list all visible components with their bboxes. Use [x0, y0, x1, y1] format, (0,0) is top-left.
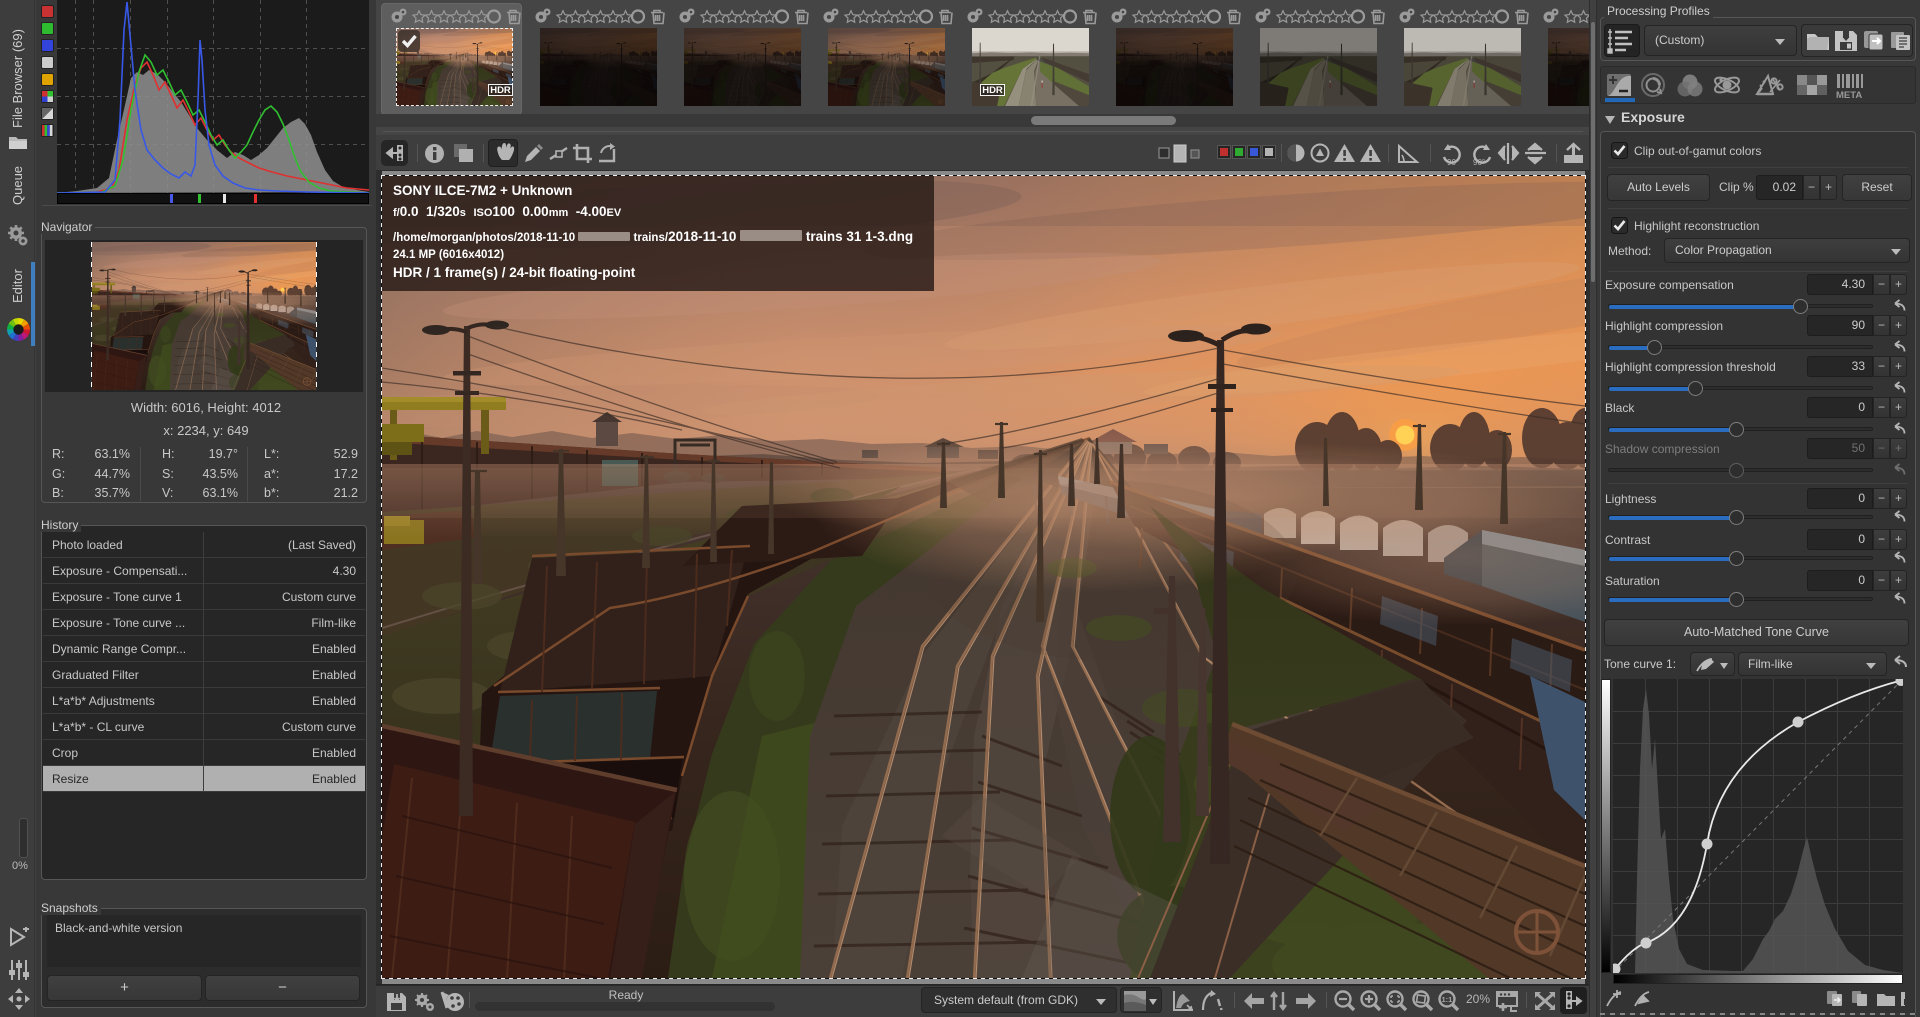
svg-text:META: META: [1836, 90, 1862, 101]
svg-text:1:1: 1:1: [1442, 995, 1453, 1004]
svg-text:90°: 90°: [1447, 158, 1459, 166]
svg-text:90°: 90°: [1473, 158, 1485, 166]
